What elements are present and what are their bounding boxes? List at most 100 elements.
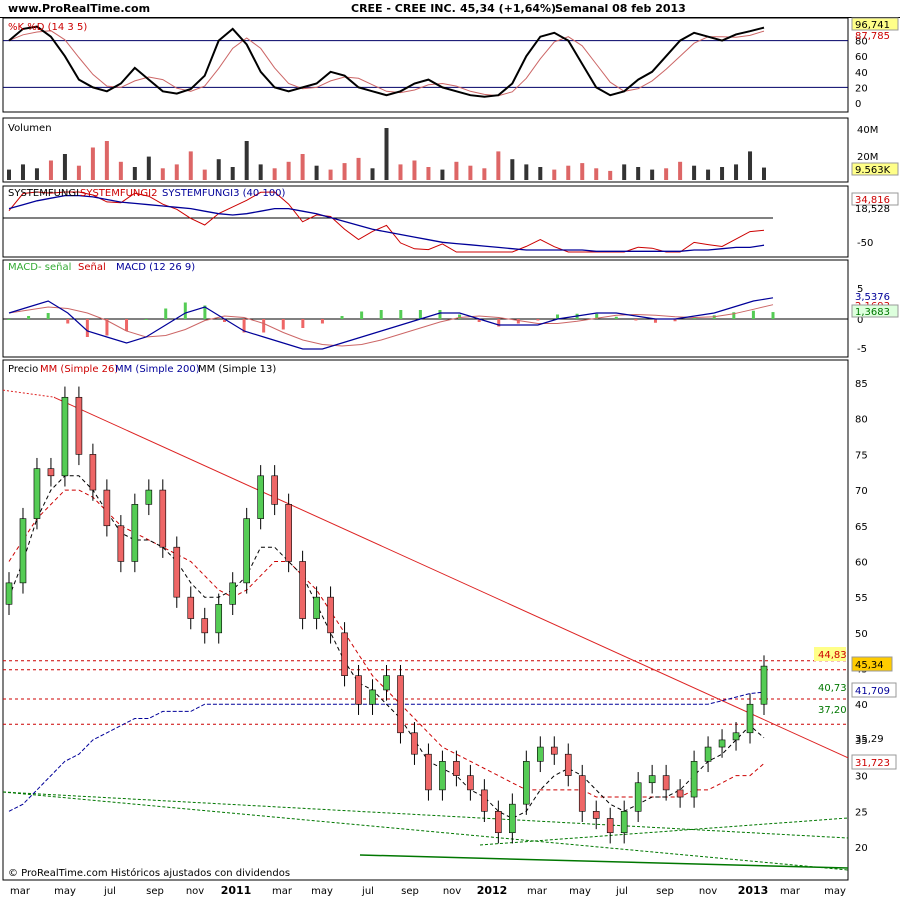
volume-bar bbox=[342, 163, 347, 180]
volume-bar bbox=[286, 161, 291, 180]
volume-bar bbox=[370, 168, 375, 180]
time-axis-year: 2013 bbox=[738, 884, 769, 897]
candle-body bbox=[145, 489, 153, 505]
macd-histogram-bar bbox=[85, 319, 89, 337]
volume-bar bbox=[454, 161, 459, 180]
time-axis-month: may bbox=[824, 886, 846, 897]
candle-body bbox=[704, 746, 712, 762]
price-axis-label: 80 bbox=[855, 415, 868, 426]
macd-histogram-bar bbox=[438, 310, 442, 319]
stoch-axis-label: 0 bbox=[855, 99, 861, 110]
volume-bar bbox=[202, 169, 207, 180]
candle-body bbox=[439, 761, 446, 791]
macd-histogram-bar bbox=[281, 319, 285, 330]
volume-bar bbox=[258, 164, 263, 180]
volume-bar bbox=[314, 165, 319, 180]
time-axis-month: may bbox=[569, 886, 591, 897]
price-axis-label: 85 bbox=[855, 379, 868, 390]
volume-bar bbox=[566, 165, 571, 180]
stoch-axis-label: 60 bbox=[855, 52, 868, 63]
time-axis-month: nov bbox=[186, 886, 204, 897]
price-title-c: MM (Simple 200) bbox=[115, 364, 200, 375]
price-footer: © ProRealTime.com Históricos ajustados c… bbox=[8, 867, 290, 879]
time-axis-month: mar bbox=[272, 886, 293, 897]
time-axis-month: jul bbox=[615, 886, 628, 897]
candle-body bbox=[201, 618, 209, 634]
candle-body bbox=[299, 561, 306, 619]
macd-histogram-bar bbox=[614, 316, 618, 319]
level-4073-value: 40,73 bbox=[818, 683, 847, 694]
price-axis-label: 55 bbox=[855, 593, 868, 604]
macd-histogram-bar bbox=[340, 316, 344, 319]
macd-histogram-bar bbox=[7, 319, 11, 320]
last-price-value: 45,34 bbox=[855, 660, 884, 671]
fungi-title-a: SYSTEMFUNGI bbox=[8, 188, 79, 199]
ma13-value: 31,723 bbox=[855, 758, 890, 769]
candle-body bbox=[173, 546, 181, 598]
volume-bar bbox=[118, 161, 123, 180]
candle-body bbox=[578, 775, 586, 812]
macd-histogram-bar bbox=[320, 319, 324, 324]
volume-bar bbox=[328, 169, 333, 180]
stoch-value: 96,741 bbox=[855, 20, 890, 31]
price-title-a: Precio bbox=[8, 364, 38, 375]
macd-axis-label: -5 bbox=[857, 344, 867, 355]
candle-body bbox=[313, 596, 320, 619]
time-axis-month: jul bbox=[361, 886, 374, 897]
price-axis-label: 25 bbox=[855, 807, 868, 818]
time-axis-month: mar bbox=[10, 886, 31, 897]
volume-bar bbox=[748, 151, 753, 180]
volume-bar bbox=[7, 169, 11, 180]
candle-body bbox=[592, 811, 600, 819]
candle-body bbox=[33, 468, 41, 519]
candle-body bbox=[187, 596, 195, 619]
volume-axis-label: 40M bbox=[857, 125, 878, 136]
candle-body bbox=[746, 703, 754, 734]
volume-bar bbox=[244, 141, 249, 180]
volume-bar bbox=[34, 168, 39, 180]
volume-bar bbox=[678, 161, 683, 180]
volume-bar bbox=[482, 168, 487, 180]
volume-bar bbox=[622, 164, 627, 180]
candle-body bbox=[467, 775, 474, 791]
fungi-title-c: SYSTEMFUNGI3 (40 100) bbox=[162, 188, 286, 199]
candle-body bbox=[215, 603, 223, 634]
candle-body bbox=[271, 475, 278, 505]
volume-bar bbox=[496, 151, 501, 180]
candle-body bbox=[117, 525, 125, 562]
macd-histogram-bar bbox=[360, 311, 364, 319]
candle-body bbox=[341, 632, 348, 676]
volume-bar bbox=[706, 169, 711, 180]
time-axis-month: may bbox=[311, 886, 333, 897]
candle-body bbox=[383, 675, 390, 691]
candle-body bbox=[536, 746, 544, 762]
candle-body bbox=[676, 789, 684, 798]
macd-histogram-bar bbox=[144, 319, 148, 320]
price-title-d: MM (Simple 13) bbox=[198, 364, 276, 375]
candle-body bbox=[481, 789, 488, 812]
macd-histogram-bar bbox=[516, 319, 520, 324]
candle-body bbox=[159, 489, 167, 548]
volume-bar bbox=[48, 160, 53, 180]
volume-bar bbox=[538, 167, 543, 180]
macd-title-a: MACD- señal bbox=[8, 262, 71, 273]
volume-bar bbox=[510, 159, 515, 180]
time-axis-month: nov bbox=[699, 886, 717, 897]
price-axis-label: 50 bbox=[855, 629, 868, 640]
volume-bar bbox=[132, 167, 137, 180]
volume-bar bbox=[468, 165, 473, 180]
macd-value3: 1,3683 bbox=[855, 307, 890, 318]
volume-bar bbox=[272, 168, 277, 180]
volume-bar bbox=[146, 156, 151, 180]
candle-body bbox=[690, 761, 698, 798]
time-axis-month: nov bbox=[443, 886, 461, 897]
volume-value: 9.563K bbox=[855, 165, 891, 176]
ma26-value: 35,29 bbox=[855, 734, 884, 745]
candle-body bbox=[495, 811, 502, 834]
macd-histogram-bar bbox=[379, 310, 383, 319]
price-axis-label: 60 bbox=[855, 557, 868, 568]
candle-body bbox=[243, 518, 250, 584]
candle-body bbox=[75, 396, 83, 455]
volume-bar bbox=[552, 169, 557, 180]
macd-histogram-bar bbox=[458, 314, 462, 319]
